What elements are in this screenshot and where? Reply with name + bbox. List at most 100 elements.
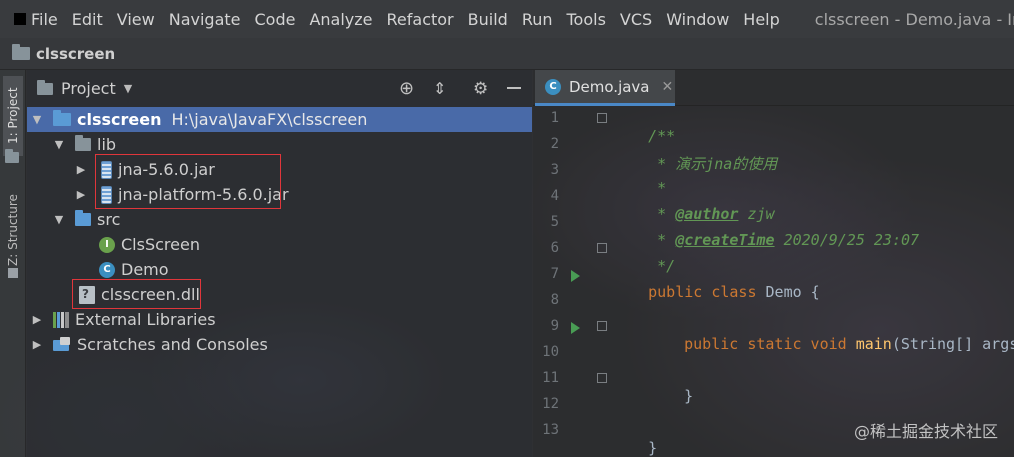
line-number: 5: [550, 214, 559, 230]
tab-structure-label: Z: Structure: [6, 194, 20, 266]
expand-arrow-icon[interactable]: ▼: [53, 138, 65, 151]
tree-item-class[interactable]: C Demo: [27, 257, 169, 282]
tree-item-project-root[interactable]: ▼ clsscreen H:\java\JavaFX\clsscreen: [27, 107, 532, 132]
line-number: 8: [550, 292, 559, 308]
tree-item-external-libraries[interactable]: ▶ External Libraries: [27, 307, 216, 332]
code-line-7: public class Demo {: [612, 265, 820, 319]
tree-item-lib[interactable]: ▼ lib: [27, 132, 116, 157]
minimize-icon[interactable]: [507, 87, 521, 89]
menu-navigate[interactable]: Navigate: [162, 10, 248, 29]
gear-icon[interactable]: ⚙: [473, 79, 488, 99]
editor-gutter: 1 2 3 4 5 6 7 8 9 10 11 12 13: [533, 106, 607, 457]
expand-arrow-icon[interactable]: ▼: [53, 213, 65, 226]
chevron-down-icon[interactable]: ▼: [124, 82, 132, 95]
line-number: 7: [550, 266, 559, 282]
line-number: 13: [542, 422, 559, 438]
fold-icon[interactable]: [597, 243, 607, 253]
comment-text: 2020/9/25 23:07: [774, 231, 920, 249]
menu-help[interactable]: Help: [736, 10, 786, 29]
tree-label: External Libraries: [75, 310, 216, 329]
code-line-13: }: [612, 421, 657, 457]
expand-arrow-icon[interactable]: ▶: [75, 163, 87, 176]
tree-label: Scratches and Consoles: [77, 335, 268, 354]
line-number: 2: [550, 136, 559, 152]
tree-label: Demo: [121, 260, 169, 279]
tree-item-scratches[interactable]: ▶ Scratches and Consoles: [27, 332, 268, 357]
breadcrumb-project[interactable]: clsscreen: [36, 45, 115, 63]
tab-demo-java[interactable]: C Demo.java ✕: [535, 70, 675, 106]
run-gutter-icon[interactable]: [571, 270, 580, 282]
line-number: 9: [550, 318, 559, 334]
line-number: 1: [550, 110, 559, 126]
expand-arrow-icon[interactable]: ▼: [31, 113, 43, 126]
expand-arrow-icon[interactable]: ▶: [31, 313, 43, 326]
tree-item-jar[interactable]: ▶ jna-platform-5.6.0.jar: [27, 182, 289, 207]
module-folder-icon: [53, 110, 71, 126]
run-gutter-icon[interactable]: [571, 322, 580, 334]
breadcrumb: clsscreen: [0, 38, 1014, 70]
unknown-file-icon: [79, 285, 95, 304]
fold-icon[interactable]: [597, 373, 607, 383]
editor-tab-bar: C Demo.java ✕: [533, 70, 1014, 106]
tree-label: src: [97, 210, 121, 229]
collapse-all-icon[interactable]: ⇕: [433, 79, 446, 98]
line-number: 6: [550, 240, 559, 256]
tab-label: Demo.java: [569, 77, 650, 96]
left-tool-stripe: 1: Project Z: Structure: [0, 70, 26, 457]
folder-icon: [75, 135, 91, 151]
fold-icon[interactable]: [597, 113, 607, 123]
tree-item-dll[interactable]: clsscreen.dll: [27, 282, 200, 307]
line-number: 11: [542, 370, 559, 386]
tree-label: clsscreen.dll: [101, 285, 200, 304]
tree-label: lib: [97, 135, 117, 154]
expand-arrow-icon[interactable]: ▶: [31, 338, 43, 351]
menu-tools[interactable]: Tools: [560, 10, 613, 29]
method-name: main: [855, 335, 892, 353]
tree-item-jar[interactable]: ▶ jna-5.6.0.jar: [27, 157, 215, 182]
tab-project-label: 1: Project: [6, 87, 20, 145]
jar-icon: [101, 185, 112, 204]
keyword: public class: [648, 283, 757, 301]
code-text: (String[] args) {: [891, 335, 1014, 353]
keyword: public static void: [684, 335, 847, 353]
fold-icon[interactable]: [597, 321, 607, 331]
menu-view[interactable]: View: [110, 10, 162, 29]
tab-structure[interactable]: Z: Structure: [3, 182, 23, 278]
menu-vcs[interactable]: VCS: [613, 10, 659, 29]
menu-window[interactable]: Window: [659, 10, 736, 29]
menu-run[interactable]: Run: [515, 10, 560, 29]
interface-icon: I: [99, 236, 115, 253]
class-icon: C: [545, 78, 561, 95]
source-folder-icon: [75, 210, 91, 226]
locate-file-icon[interactable]: ⊕: [399, 78, 414, 99]
project-tool-icon: [5, 149, 19, 163]
menu-build[interactable]: Build: [461, 10, 515, 29]
tree-label: jna-5.6.0.jar: [118, 160, 215, 179]
close-icon[interactable]: ✕: [662, 79, 674, 95]
expand-arrow-icon[interactable]: ▶: [75, 188, 87, 201]
menu-edit[interactable]: Edit: [65, 10, 110, 29]
menu-analyze[interactable]: Analyze: [302, 10, 379, 29]
line-number: 4: [550, 188, 559, 204]
tab-project[interactable]: 1: Project: [3, 76, 23, 156]
javadoc-tag: @createTime: [675, 231, 775, 249]
line-number: 3: [550, 162, 559, 178]
tree-item-class[interactable]: I ClsScreen: [27, 232, 200, 257]
structure-tool-icon: [8, 268, 18, 278]
project-root-name: clsscreen: [77, 110, 162, 129]
project-view-icon: [37, 79, 53, 95]
code-text: }: [648, 439, 658, 457]
tree-item-src[interactable]: ▼ src: [27, 207, 120, 232]
project-panel-header: Project ▼ ⊕ ⇕ ⚙: [27, 70, 532, 108]
window-title: clsscreen - Demo.java - Intell: [814, 9, 1014, 29]
menu-code[interactable]: Code: [248, 10, 303, 29]
editor-panel: C Demo.java ✕ 1 2 3 4 5 6 7 8 9 10 11 12…: [533, 70, 1014, 457]
scratches-icon: [53, 336, 71, 353]
project-panel: Project ▼ ⊕ ⇕ ⚙ ▼ clsscreen H:\java\Java…: [27, 70, 532, 457]
menu-refactor[interactable]: Refactor: [380, 10, 461, 29]
project-view-title[interactable]: Project: [61, 79, 116, 98]
tree-label: ClsScreen: [121, 235, 200, 254]
menu-file[interactable]: File: [24, 10, 65, 29]
code-text: }: [684, 387, 694, 405]
